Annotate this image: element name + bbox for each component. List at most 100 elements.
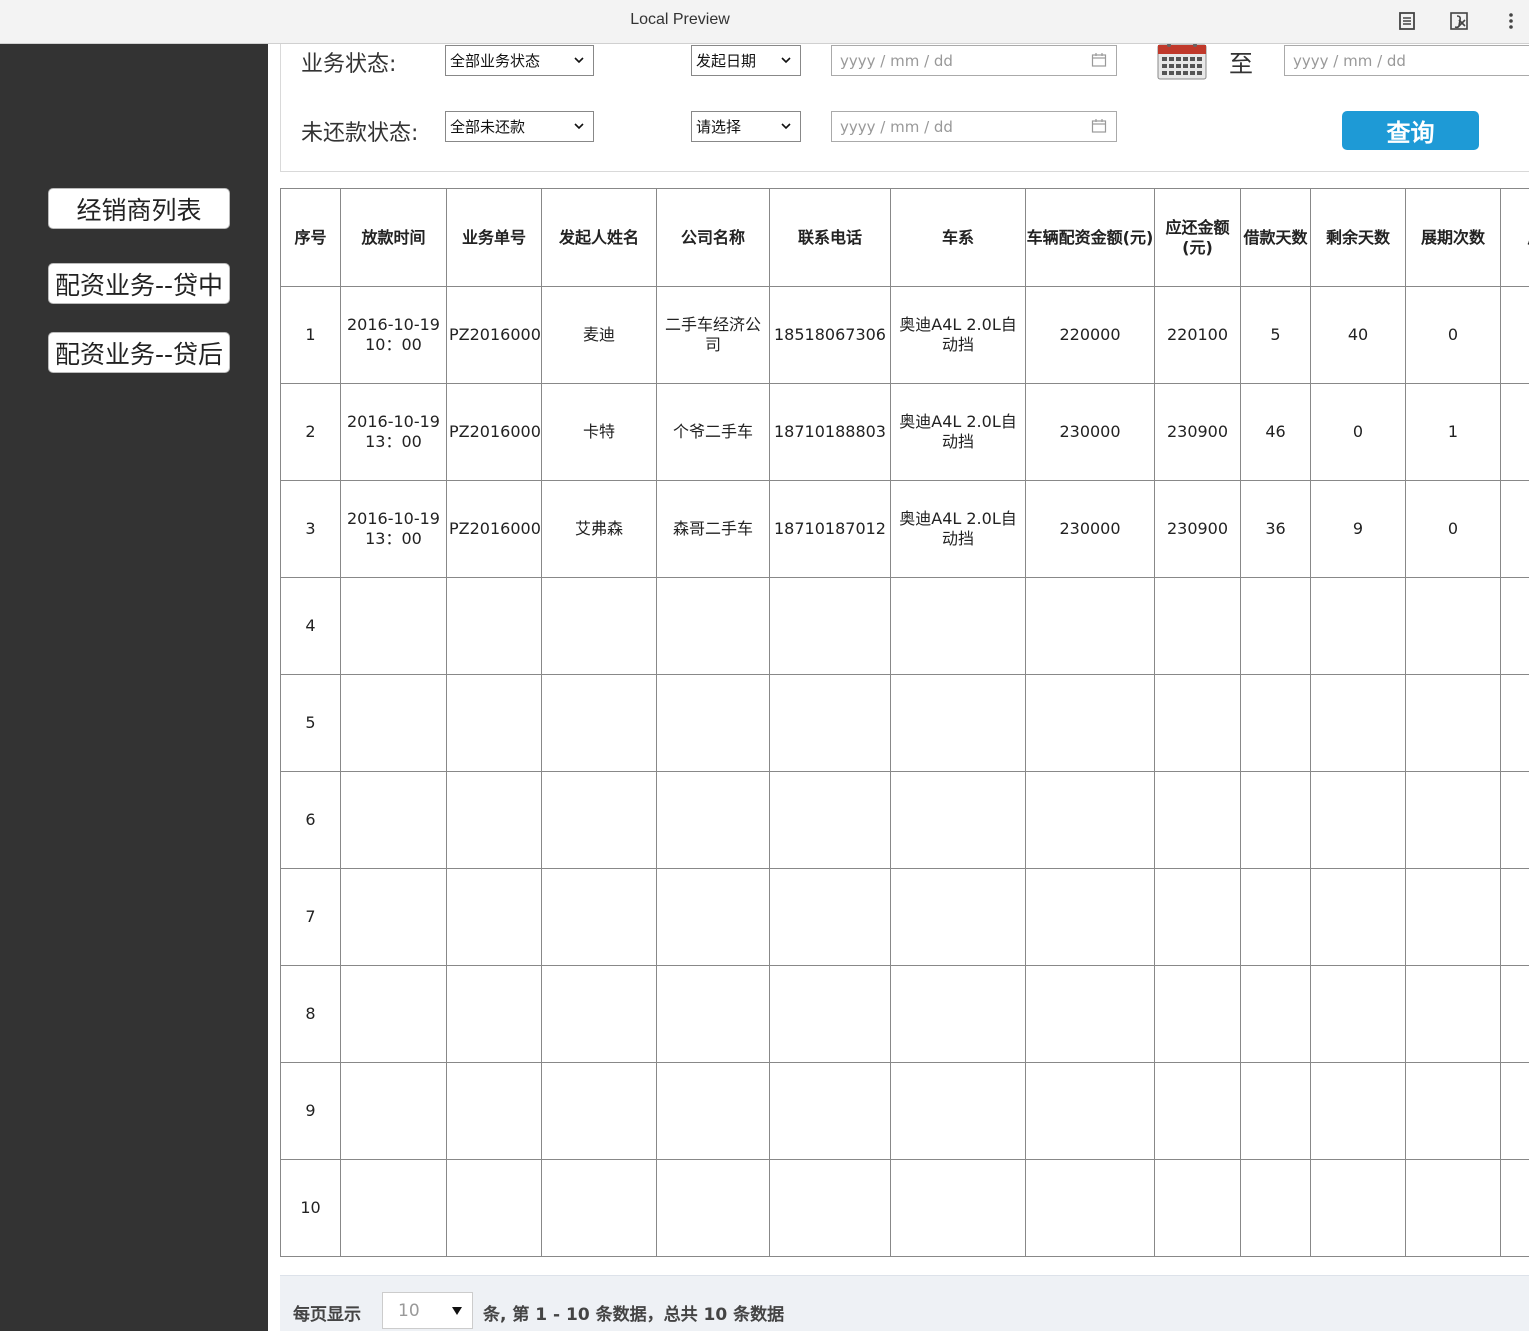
table-row[interactable]: 9 [280, 1062, 1529, 1160]
table-cell: 18518067306 [769, 286, 891, 384]
column-header: 应还金额(元) [1154, 188, 1241, 287]
table-row[interactable]: 7 [280, 868, 1529, 966]
table-cell: PZ20160003 [446, 480, 542, 578]
calendar-icon[interactable] [1091, 52, 1107, 68]
sidebar-item-dealer-list[interactable]: 经销商列表 [48, 188, 230, 229]
table-cell: 230900 [1154, 480, 1241, 578]
table-cell [446, 771, 542, 869]
table-cell: 8 [280, 965, 341, 1063]
table-row[interactable]: 2 2016-10-19 13：00 PZ20160002 卡特 个爷二手车 187101… [280, 383, 1529, 481]
date-type-select[interactable]: 发起日期 [691, 45, 801, 76]
per-page-select[interactable]: 10 [382, 1292, 473, 1329]
table-cell: 36 [1240, 480, 1311, 578]
table-cell [340, 577, 447, 675]
chevron-down-icon [781, 57, 791, 64]
table-cell: 0 [1310, 383, 1406, 481]
table-cell [1240, 1062, 1311, 1160]
table-cell [890, 577, 1026, 675]
calendar-picker-icon[interactable] [1157, 44, 1207, 80]
table-cell [1500, 868, 1529, 966]
table-cell [1025, 965, 1155, 1063]
table-cell: 艾弗森 [541, 480, 657, 578]
chevron-down-icon [781, 123, 791, 130]
table-cell [1500, 965, 1529, 1063]
table-cell [1310, 965, 1406, 1063]
table-cell [1154, 577, 1241, 675]
table-row[interactable]: 1 2016-10-19 10：00 PZ20160001 麦迪 二手车经济公司 1851… [280, 286, 1529, 384]
main-content: 业务状态: 全部业务状态 发起日期 yyyy / mm / dd 至 yyyy … [268, 44, 1529, 1331]
table-body: 1 2016-10-19 10：00 PZ20160001 麦迪 二手车经济公司 1851… [280, 286, 1529, 1257]
business-status-select[interactable]: 全部业务状态 [445, 45, 594, 76]
table-row[interactable]: 3 2016-10-19 13：00 PZ20160003 艾弗森 森哥二手车 18710… [280, 480, 1529, 578]
table-cell: 18710187012 [769, 480, 891, 578]
calendar-icon[interactable] [1091, 118, 1107, 134]
table-cell [1405, 1159, 1501, 1257]
business-status-label: 业务状态: [301, 52, 397, 77]
table-cell: 5 [280, 674, 341, 772]
table-cell [541, 1062, 657, 1160]
table-cell: 18710188803 [769, 383, 891, 481]
table-cell [340, 674, 447, 772]
table-cell [446, 965, 542, 1063]
table-row[interactable]: 5 [280, 674, 1529, 772]
date-to-input[interactable]: yyyy / mm / dd [1284, 45, 1529, 76]
table-cell [1154, 1159, 1241, 1257]
column-header: 车系 [890, 188, 1026, 287]
table-cell [1025, 1062, 1155, 1160]
date-to-placeholder: yyyy / mm / dd [1293, 51, 1406, 70]
table-cell [1500, 1159, 1529, 1257]
table-cell [1500, 480, 1529, 578]
column-header: 剩余天数 [1310, 188, 1406, 287]
table-cell: PZ20160002 [446, 383, 542, 481]
table-row[interactable]: 6 [280, 771, 1529, 869]
unpaid-status-value: 全部未还款 [450, 118, 526, 136]
date-input-3[interactable]: yyyy / mm / dd [831, 111, 1117, 142]
clear-format-icon[interactable] [1448, 10, 1470, 32]
per-page-value: 10 [398, 1300, 420, 1321]
per-page-label: 每页显示 [293, 1305, 361, 1325]
table-cell [1405, 771, 1501, 869]
business-status-value: 全部业务状态 [450, 52, 541, 70]
table-cell: 0 [1405, 286, 1501, 384]
table-row[interactable]: 10 [280, 1159, 1529, 1257]
sidebar-item-loan-in-progress[interactable]: 配资业务--贷中 [48, 263, 230, 304]
chevron-down-icon [574, 123, 584, 130]
table-cell: 230900 [1154, 383, 1241, 481]
table-cell: 40 [1310, 286, 1406, 384]
table-cell [446, 577, 542, 675]
table-cell [1240, 674, 1311, 772]
table-row[interactable]: 4 [280, 577, 1529, 675]
table-cell [656, 1062, 770, 1160]
sidebar-item-post-loan[interactable]: 配资业务--贷后 [48, 332, 230, 373]
more-vertical-icon[interactable] [1500, 10, 1522, 32]
table-cell [1240, 1159, 1311, 1257]
table-cell [769, 965, 891, 1063]
please-select-select[interactable]: 请选择 [691, 111, 801, 142]
table-row[interactable]: 8 [280, 965, 1529, 1063]
table-cell: 10 [280, 1159, 341, 1257]
unpaid-status-label: 未还款状态: [301, 121, 419, 146]
unpaid-status-select[interactable]: 全部未还款 [445, 111, 594, 142]
table-cell [656, 674, 770, 772]
table-cell [1154, 674, 1241, 772]
table-cell [890, 1062, 1026, 1160]
table-cell: 9 [280, 1062, 341, 1160]
date-from-input[interactable]: yyyy / mm / dd [831, 45, 1117, 76]
table-cell: 麦迪 [541, 286, 657, 384]
table-cell [446, 868, 542, 966]
column-header: 联系电话 [769, 188, 891, 287]
filter-panel: 业务状态: 全部业务状态 发起日期 yyyy / mm / dd 至 yyyy … [280, 44, 1529, 172]
table-cell [1500, 674, 1529, 772]
reader-icon[interactable] [1396, 10, 1418, 32]
table-cell [656, 868, 770, 966]
table-cell: PZ20160001 [446, 286, 542, 384]
table-cell: 3 [280, 480, 341, 578]
table-cell [340, 771, 447, 869]
table-cell [340, 1159, 447, 1257]
table-cell: 奥迪A4L 2.0L自动挡 [890, 383, 1026, 481]
table-cell [1500, 286, 1529, 384]
table-cell [890, 965, 1026, 1063]
table-cell [1310, 1062, 1406, 1160]
table-cell [541, 577, 657, 675]
query-button[interactable]: 查询 [1342, 111, 1479, 150]
